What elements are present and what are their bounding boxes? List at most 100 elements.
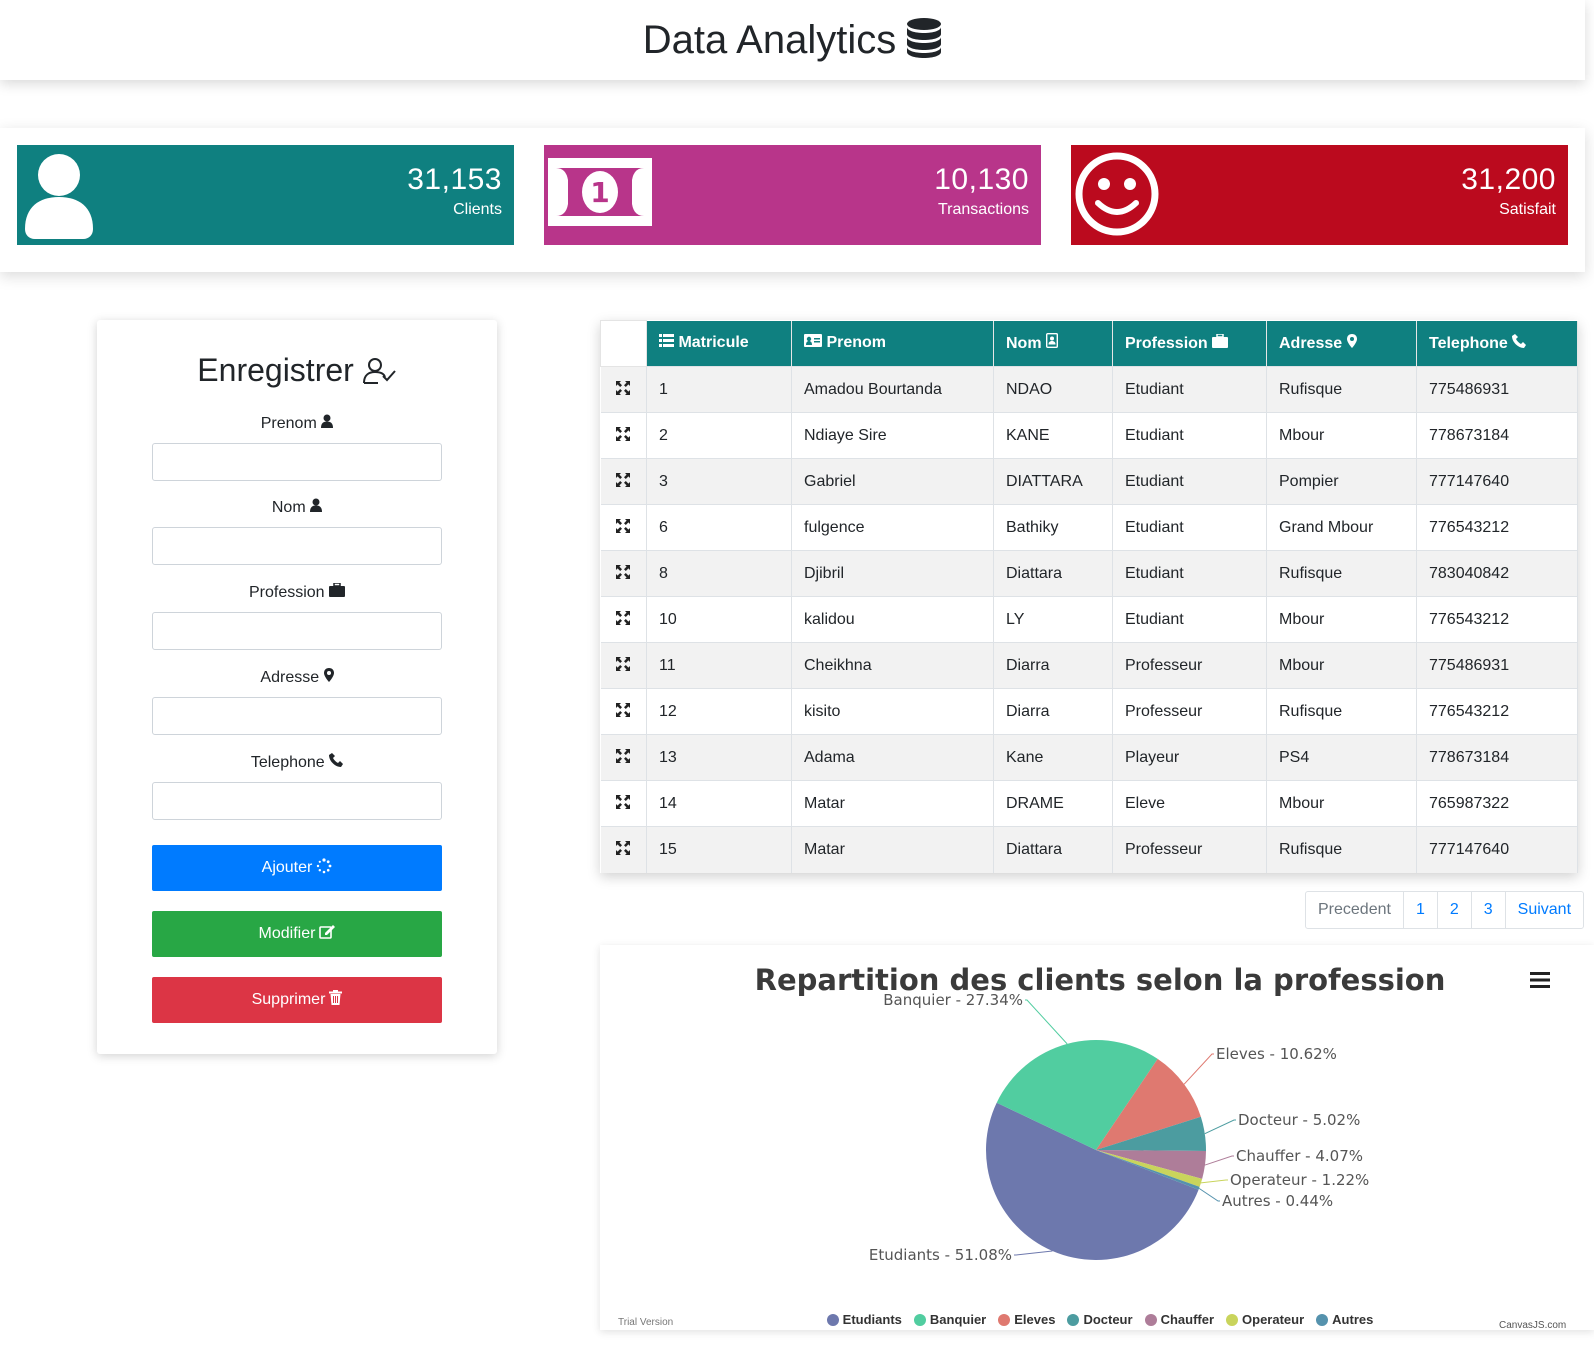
table-row[interactable]: 11 Cheikhna Diarra Professeur Mbour 775486931 — [600, 642, 1578, 689]
cell-nom: Bathiky — [993, 504, 1113, 551]
header-bar: Data Analytics — [0, 0, 1585, 80]
cell-prenom: Djibril — [791, 550, 994, 597]
form-title: Enregistrer — [97, 352, 497, 389]
table-row[interactable]: 12 kisito Diarra Professeur Rufisque 77654321… — [600, 688, 1578, 735]
header-adresse[interactable]: Adresse — [1266, 320, 1417, 367]
legend-item-autres[interactable]: Autres — [1316, 1312, 1373, 1327]
trash-icon — [329, 990, 343, 1010]
briefcase-icon — [1212, 333, 1229, 352]
user-icon — [310, 498, 323, 516]
canvasjs-credit[interactable]: CanvasJS.com — [1499, 1320, 1566, 1331]
address-book-icon — [1046, 333, 1059, 352]
button-label: Ajouter — [261, 859, 313, 876]
cell-telephone: 776543212 — [1416, 504, 1578, 551]
header-label: Prenom — [826, 334, 887, 352]
legend-label: Docteur — [1083, 1312, 1133, 1327]
legend-item-eleves[interactable]: Eleves — [998, 1312, 1055, 1327]
legend-item-banquier[interactable]: Banquier — [913, 1312, 986, 1327]
button-label: Modifier — [258, 925, 316, 942]
table-row[interactable]: 3 Gabriel DIATTARA Etudiant Pompier 777147640 — [600, 458, 1578, 505]
pie-label-eleves: Eleves - 10.62% — [1216, 1045, 1337, 1063]
list-icon — [659, 334, 674, 351]
expand-icon[interactable] — [600, 688, 647, 735]
cell-matricule: 12 — [646, 688, 792, 735]
nom-input[interactable] — [152, 527, 442, 565]
expand-icon[interactable] — [600, 596, 647, 643]
modify-button[interactable]: Modifier — [152, 911, 442, 957]
table-row[interactable]: 2 Ndiaye Sire KANE Etudiant Mbour 778673184 — [600, 412, 1578, 459]
form-title-text: Enregistrer — [197, 352, 354, 388]
money-bill-icon: 1 — [548, 158, 652, 226]
cell-prenom: Amadou Bourtanda — [791, 366, 994, 413]
pagination-page-1[interactable]: 1 — [1404, 892, 1438, 928]
expand-icon[interactable] — [600, 366, 647, 413]
expand-icon[interactable] — [600, 826, 647, 873]
adresse-input[interactable] — [152, 697, 442, 735]
cell-prenom: Matar — [791, 780, 994, 827]
pie-label-operateur: Operateur - 1.22% — [1230, 1171, 1369, 1189]
legend-marker — [998, 1313, 1011, 1326]
table-row[interactable]: 15 Matar Diattara Professeur Rufisque 7771476… — [600, 826, 1578, 873]
cell-matricule: 1 — [646, 366, 792, 413]
legend-item-docteur[interactable]: Docteur — [1067, 1312, 1133, 1327]
expand-icon[interactable] — [600, 412, 647, 459]
telephone-input[interactable] — [152, 782, 442, 820]
expand-icon[interactable] — [600, 780, 647, 827]
cell-matricule: 15 — [646, 826, 792, 873]
stat-card-satisfaction: 31,200 Satisfait — [1071, 145, 1568, 245]
header-profession[interactable]: Profession — [1112, 320, 1267, 367]
legend-item-operateur[interactable]: Operateur — [1226, 1312, 1304, 1327]
pagination-page-3[interactable]: 3 — [1472, 892, 1506, 928]
delete-button[interactable]: Supprimer — [152, 977, 442, 1023]
header-nom[interactable]: Nom — [993, 320, 1113, 367]
table-row[interactable]: 6 fulgence Bathiky Etudiant Grand Mbour 77654… — [600, 504, 1578, 551]
label-text: Nom — [271, 499, 306, 516]
cell-matricule: 13 — [646, 734, 792, 781]
header-telephone[interactable]: Telephone — [1416, 320, 1578, 367]
pie-leader-line — [1198, 1187, 1220, 1202]
legend-item-chauffer[interactable]: Chauffer — [1144, 1312, 1215, 1327]
header-matricule[interactable]: Matricule — [646, 320, 792, 367]
id-card-icon — [804, 334, 822, 351]
expand-icon[interactable] — [600, 550, 647, 597]
expand-icon[interactable] — [600, 504, 647, 551]
pie-label-banquier: Banquier - 27.34% — [883, 991, 1023, 1009]
map-marker-icon — [323, 668, 334, 686]
expand-icon[interactable] — [600, 734, 647, 781]
table-row[interactable]: 14 Matar DRAME Eleve Mbour 765987322 — [600, 780, 1578, 827]
table-row[interactable]: 8 Djibril Diattara Etudiant Rufisque 78304084… — [600, 550, 1578, 597]
prenom-input[interactable] — [152, 443, 442, 481]
legend-item-etudiants[interactable]: Etudiants — [826, 1312, 902, 1327]
stat-card-transactions: 1 10,130 Transactions — [544, 145, 1041, 245]
pagination-next[interactable]: Suivant — [1506, 892, 1583, 928]
legend-label: Chauffer — [1160, 1312, 1215, 1327]
cell-profession: Professeur — [1112, 642, 1267, 689]
stat-value: 10,130 — [934, 163, 1029, 196]
cell-profession: Etudiant — [1112, 504, 1267, 551]
add-button[interactable]: Ajouter — [152, 845, 442, 891]
edit-icon — [319, 924, 336, 944]
stat-value: 31,153 — [407, 163, 502, 196]
label-text: Profession — [248, 584, 325, 601]
table-row[interactable]: 10 kalidou LY Etudiant Mbour 776543212 — [600, 596, 1578, 643]
cell-prenom: fulgence — [791, 504, 994, 551]
cell-nom: NDAO — [993, 366, 1113, 413]
profession-input[interactable] — [152, 612, 442, 650]
cell-matricule: 2 — [646, 412, 792, 459]
legend-marker — [1067, 1313, 1080, 1326]
map-marker-icon — [1346, 333, 1357, 352]
cell-adresse: Mbour — [1266, 780, 1417, 827]
cell-matricule: 6 — [646, 504, 792, 551]
expand-icon[interactable] — [600, 458, 647, 505]
pagination-page-2[interactable]: 2 — [1438, 892, 1472, 928]
table-row[interactable]: 13 Adama Kane Playeur PS4 778673184 — [600, 734, 1578, 781]
pie-leader-line — [1025, 999, 1068, 1045]
legend-marker — [1226, 1313, 1239, 1326]
header-label: Adresse — [1279, 334, 1343, 352]
pagination-prev[interactable]: Precedent — [1306, 892, 1404, 928]
expand-icon[interactable] — [600, 642, 647, 689]
cell-adresse: Rufisque — [1266, 366, 1417, 413]
cell-adresse: Grand Mbour — [1266, 504, 1417, 551]
header-prenom[interactable]: Prenom — [791, 320, 994, 367]
table-row[interactable]: 1 Amadou Bourtanda NDAO Etudiant Rufisque 775… — [600, 366, 1578, 413]
